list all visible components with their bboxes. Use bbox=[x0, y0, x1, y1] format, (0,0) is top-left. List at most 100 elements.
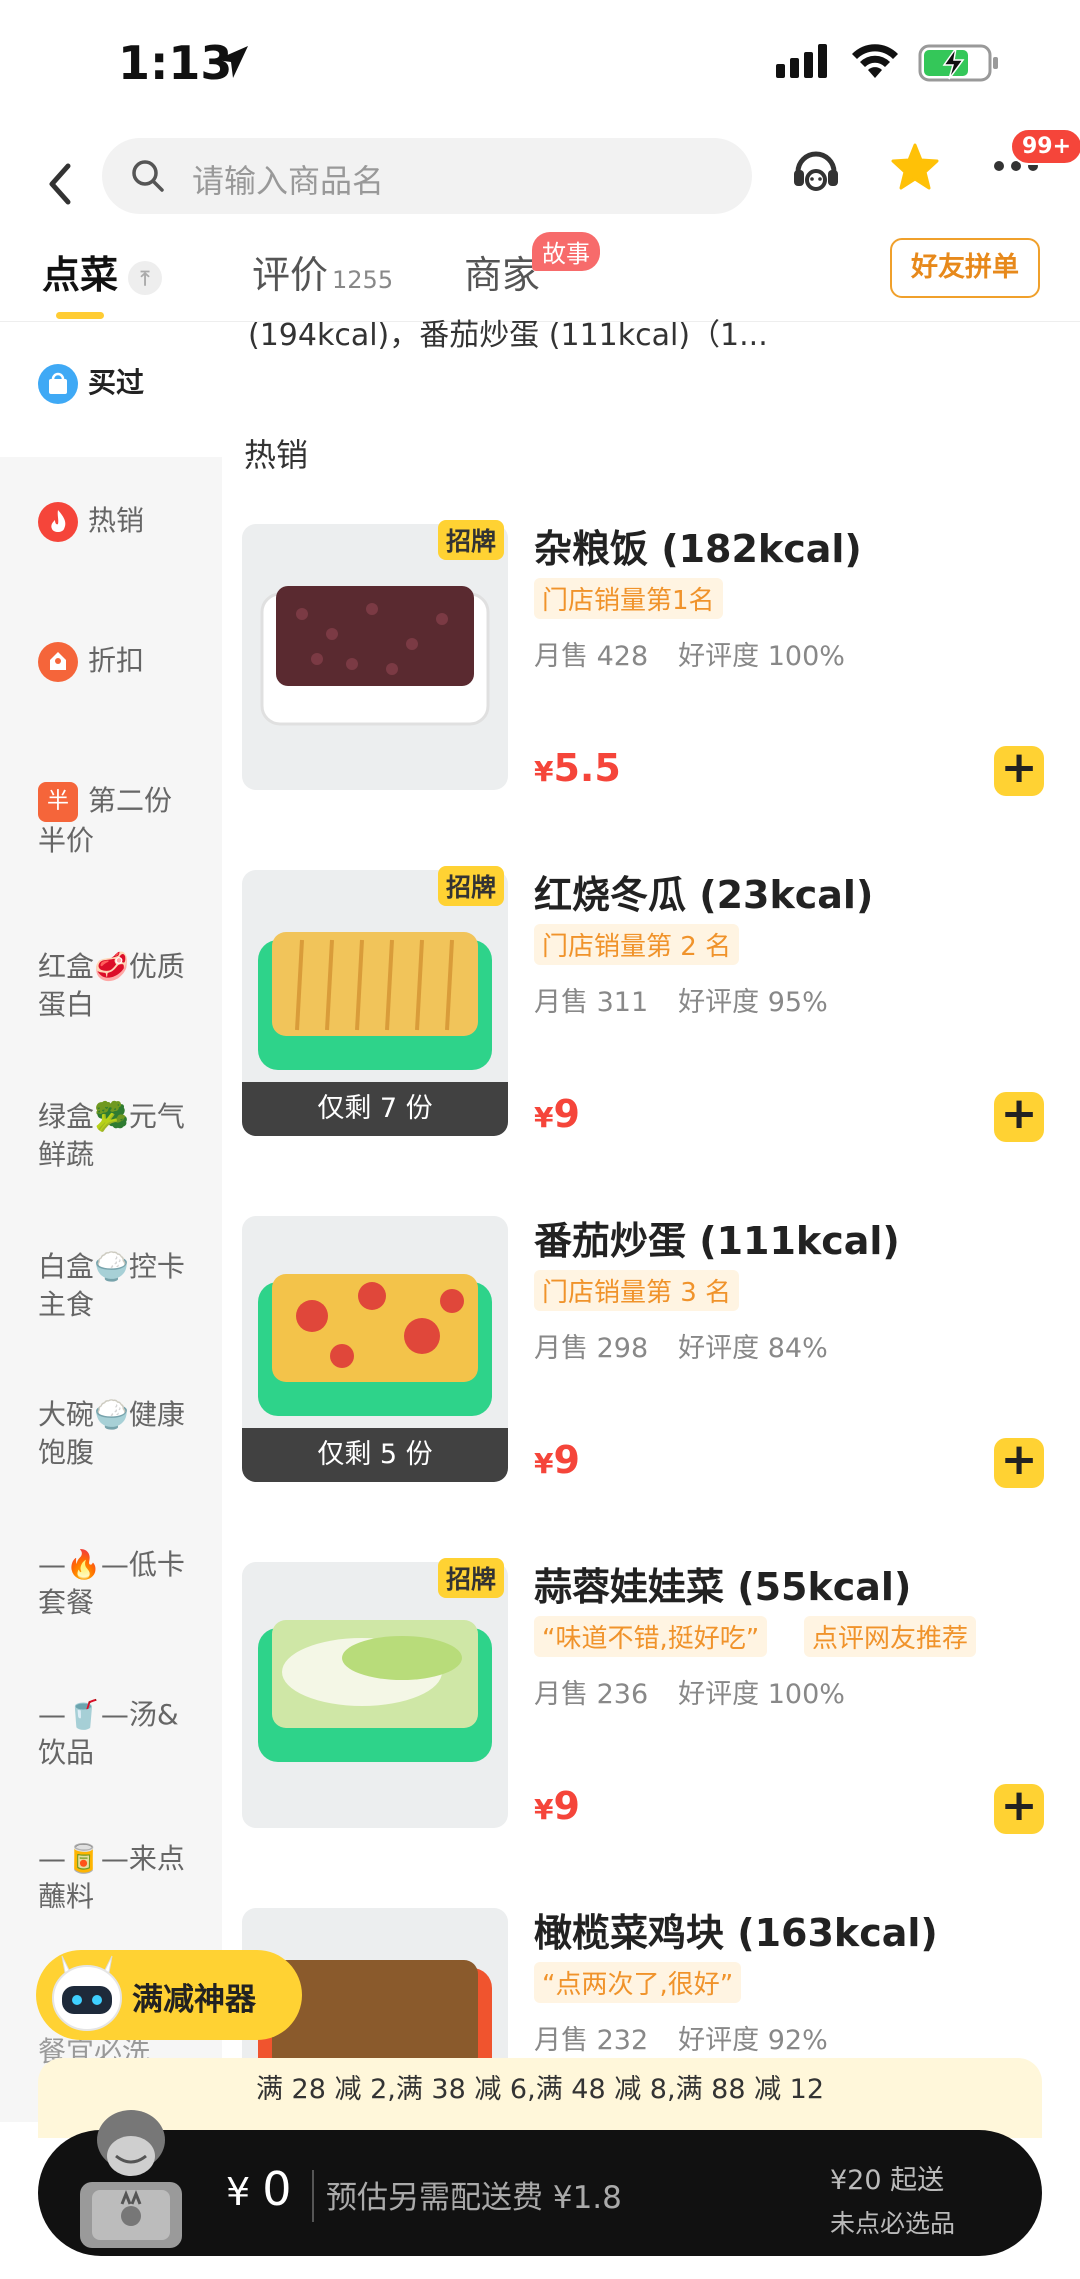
tab-merchant-label: 商家 bbox=[464, 253, 541, 297]
product-item[interactable]: 招牌 蒜蓉娃娃菜 (55kcal) “味道不错,挺好吃” 点评网友推荐 月售 2… bbox=[242, 1558, 1044, 1862]
sidebar-item-label: 买过 bbox=[88, 366, 145, 399]
rank-tag: 门店销量第 3 名 bbox=[534, 1270, 740, 1311]
product-item[interactable]: 仅剩 7 份 招牌 红烧冬瓜 (23kcal) 门店销量第 2 名 月售 311… bbox=[242, 866, 1044, 1170]
sidebar-item-discount[interactable]: 折扣 bbox=[38, 642, 198, 682]
price-value: 5.5 bbox=[553, 746, 621, 790]
sidebar-item-green-box[interactable]: 绿盒🥦元气鲜蔬 bbox=[38, 1098, 198, 1174]
half-price-icon: 半 bbox=[38, 782, 78, 822]
sidebar-item-second-half[interactable]: 半第二份半价 bbox=[38, 782, 198, 860]
add-to-cart-button[interactable]: + bbox=[994, 1092, 1044, 1142]
sidebar-item-label: 折扣 bbox=[88, 644, 145, 677]
stock-remaining-label: 仅剩 5 份 bbox=[242, 1428, 508, 1482]
search-input[interactable]: 请输入商品名 bbox=[102, 138, 752, 214]
product-item[interactable]: 仅剩 5 份 番茄炒蛋 (111kcal) 门店销量第 3 名 月售 298 好评… bbox=[242, 1216, 1044, 1516]
delivery-fee-text: 预估另需配送费 ¥1.8 bbox=[326, 2180, 622, 2216]
product-image[interactable]: 仅剩 5 份 bbox=[242, 1216, 508, 1482]
rank-tag: 门店销量第 2 名 bbox=[534, 924, 740, 965]
add-to-cart-button[interactable]: + bbox=[994, 1784, 1044, 1834]
delivery-rider-icon[interactable] bbox=[66, 2092, 196, 2256]
price-symbol: ¥ bbox=[534, 1447, 554, 1480]
message-count-badge: 99+ bbox=[1010, 128, 1080, 165]
cart-total: ¥0 bbox=[226, 2162, 291, 2216]
price-value: 9 bbox=[553, 1438, 580, 1482]
sidebar-item-red-box[interactable]: 红盒🥩优质蛋白 bbox=[38, 948, 198, 1024]
monthly-sales: 月售 428 bbox=[534, 641, 649, 672]
favorite-star-icon[interactable] bbox=[890, 142, 940, 196]
cellular-signal-icon bbox=[776, 44, 834, 84]
battery-charging-icon bbox=[918, 44, 1000, 88]
group-order-button[interactable]: 好友拼单 bbox=[890, 238, 1040, 298]
monthly-sales: 月售 311 bbox=[534, 987, 649, 1018]
status-bar: 1:13 bbox=[0, 0, 1080, 130]
add-to-cart-button[interactable]: + bbox=[994, 746, 1044, 796]
rating: 好评度 100% bbox=[678, 1679, 845, 1710]
price-symbol: ¥ bbox=[534, 1101, 554, 1134]
rank-tag: 门店销量第1名 bbox=[534, 578, 723, 619]
sidebar-item-big-bowl[interactable]: 大碗🍚健康饱腹 bbox=[38, 1396, 198, 1472]
monthly-sales: 月售 236 bbox=[534, 1679, 649, 1710]
sidebar-item-label: 热销 bbox=[88, 504, 145, 537]
product-name: 红烧冬瓜 (23kcal) bbox=[534, 873, 874, 917]
product-name: 番茄炒蛋 (111kcal) bbox=[534, 1219, 900, 1263]
cart-divider bbox=[312, 2170, 314, 2222]
product-stats: 月售 236 好评度 100% bbox=[534, 1672, 845, 1711]
back-arrow-icon[interactable] bbox=[40, 152, 90, 222]
review-quote-tag: “点两次了,很好” bbox=[534, 1962, 742, 2003]
discount-helper-button[interactable]: 满减神器 bbox=[36, 1950, 302, 2040]
product-stats: 月售 428 好评度 100% bbox=[534, 634, 845, 673]
cart-total-value: 0 bbox=[262, 2162, 292, 2216]
product-price: ¥5.5 bbox=[534, 746, 621, 790]
product-item[interactable]: 招牌 杂粮饭 (182kcal) 门店销量第1名 月售 428 好评度 100% … bbox=[242, 520, 1044, 824]
recommend-tag: 点评网友推荐 bbox=[804, 1616, 977, 1657]
search-placeholder: 请输入商品名 bbox=[192, 162, 385, 200]
tab-order[interactable]: 点菜 ⤒ bbox=[42, 244, 163, 299]
price-value: 9 bbox=[553, 1784, 580, 1828]
signature-badge: 招牌 bbox=[438, 866, 505, 906]
product-price: ¥9 bbox=[534, 1438, 580, 1482]
sidebar-item-sauces[interactable]: —🥫—来点蘸料 bbox=[38, 1840, 198, 1916]
sidebar-item-low-cal-set[interactable]: —🔥—低卡套餐 bbox=[38, 1546, 198, 1622]
discount-helper-label: 满减神器 bbox=[132, 1982, 256, 2018]
sidebar-item-soup-drinks[interactable]: —🥤—汤&饮品 bbox=[38, 1696, 198, 1772]
required-item-text: 未点必选品 bbox=[830, 2209, 956, 2238]
search-icon bbox=[130, 158, 166, 198]
rating: 好评度 92% bbox=[678, 2025, 828, 2056]
product-name: 蒜蓉娃娃菜 (55kcal) bbox=[534, 1565, 912, 1609]
product-price: ¥9 bbox=[534, 1784, 580, 1828]
tab-order-label: 点菜 bbox=[42, 253, 119, 297]
product-stats: 月售 298 好评度 84% bbox=[534, 1326, 828, 1365]
wifi-icon bbox=[850, 42, 900, 84]
currency-symbol: ¥ bbox=[226, 2170, 251, 2214]
price-value: 9 bbox=[553, 1092, 580, 1136]
customer-service-icon[interactable] bbox=[790, 142, 842, 202]
price-symbol: ¥ bbox=[534, 755, 554, 788]
product-image[interactable] bbox=[242, 524, 508, 790]
tab-merchant[interactable]: 商家 bbox=[464, 244, 540, 299]
sidebar-item-hot[interactable]: 热销 bbox=[38, 502, 198, 542]
product-item[interactable]: 橄榄菜鸡块 (163kcal) “点两次了,很好” 月售 232 好评度 92% bbox=[242, 1908, 1042, 2058]
robot-mascot-icon bbox=[42, 1946, 132, 2046]
sidebar-item-white-box[interactable]: 白盒🍚控卡主食 bbox=[38, 1248, 198, 1324]
product-name: 橄榄菜鸡块 (163kcal) bbox=[534, 1911, 938, 1955]
product-price: ¥9 bbox=[534, 1092, 580, 1136]
truncated-description: (194kcal)，番茄炒蛋 (111kcal)（1... bbox=[248, 318, 768, 353]
section-title: 热销 bbox=[244, 436, 309, 474]
rating: 好评度 95% bbox=[678, 987, 828, 1018]
sidebar-item-bought[interactable]: 买过 bbox=[38, 364, 198, 404]
product-image[interactable]: 仅剩 7 份 bbox=[242, 870, 508, 1136]
signature-badge: 招牌 bbox=[438, 520, 505, 560]
review-quote-tag: “味道不错,挺好吃” bbox=[534, 1616, 768, 1657]
signature-badge: 招牌 bbox=[438, 1558, 505, 1598]
rating: 好评度 84% bbox=[678, 1333, 828, 1364]
product-stats: 月售 232 好评度 92% bbox=[534, 2018, 828, 2057]
pin-top-icon[interactable]: ⤒ bbox=[128, 260, 163, 295]
product-image[interactable] bbox=[242, 1562, 508, 1828]
discount-tag-icon bbox=[38, 642, 78, 682]
rating: 好评度 100% bbox=[678, 641, 845, 672]
monthly-sales: 月售 232 bbox=[534, 2025, 649, 2056]
minimum-order-text: ¥20 起送 bbox=[830, 2165, 945, 2196]
monthly-sales: 月售 298 bbox=[534, 1333, 649, 1364]
tab-reviews[interactable]: 评价 1255 bbox=[252, 244, 393, 299]
add-to-cart-button[interactable]: + bbox=[994, 1438, 1044, 1488]
tab-reviews-label: 评价 bbox=[252, 253, 329, 297]
